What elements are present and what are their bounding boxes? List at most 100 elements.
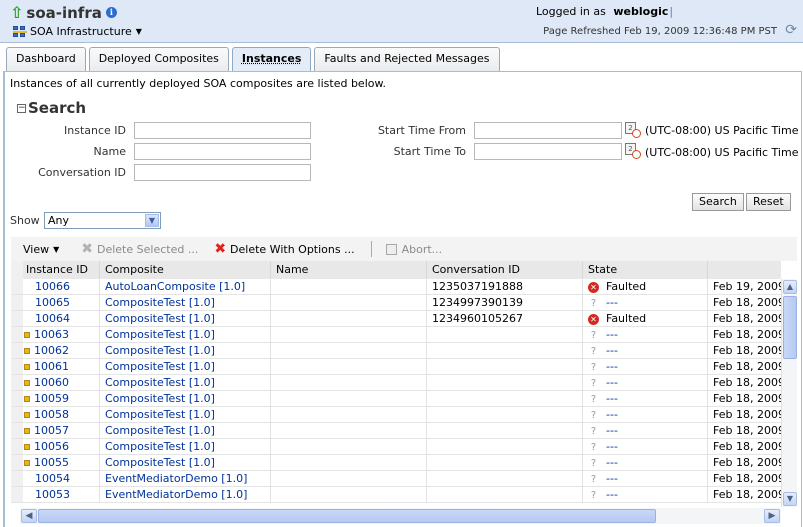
- instance-id-link[interactable]: 10053: [35, 488, 70, 501]
- instance-id-link[interactable]: 10065: [35, 296, 70, 309]
- search-button[interactable]: Search: [692, 193, 744, 211]
- instance-id-link[interactable]: 10056: [34, 440, 69, 453]
- composite-link[interactable]: EventMediatorDemo [1.0]: [105, 488, 247, 501]
- row-selector[interactable]: [11, 423, 23, 438]
- table-row[interactable]: 10061 CompositeTest [1.0]? --- Feb 18, 2009: [11, 359, 781, 375]
- start-time-from-input[interactable]: [474, 122, 622, 139]
- table-row[interactable]: 10055 CompositeTest [1.0]? --- Feb 18, 2009: [11, 455, 781, 471]
- scroll-left-button[interactable]: ◀: [21, 509, 37, 523]
- composite-link[interactable]: EventMediatorDemo [1.0]: [105, 472, 247, 485]
- horizontal-scrollbar[interactable]: ◀ ▶: [20, 508, 781, 524]
- composite-link[interactable]: CompositeTest [1.0]: [105, 456, 215, 469]
- instance-id-link[interactable]: 10063: [34, 328, 69, 341]
- table-row[interactable]: 10062 CompositeTest [1.0]? --- Feb 18, 2009: [11, 343, 781, 359]
- info-icon[interactable]: i: [105, 7, 117, 18]
- table-row[interactable]: 10060 CompositeTest [1.0]? --- Feb 18, 2009: [11, 375, 781, 391]
- abort-button[interactable]: Abort...: [385, 243, 442, 256]
- row-selector[interactable]: [11, 327, 23, 342]
- instance-id-link[interactable]: 10054: [35, 472, 70, 485]
- row-selector[interactable]: [11, 295, 23, 310]
- scroll-up-button[interactable]: ▲: [783, 280, 797, 294]
- row-selector[interactable]: [11, 487, 23, 502]
- dropdown-arrow-icon[interactable]: ▼: [145, 214, 159, 227]
- conversation-id-input[interactable]: [134, 164, 311, 181]
- instance-id-link[interactable]: 10055: [34, 456, 69, 469]
- table-row[interactable]: 10063 CompositeTest [1.0]? --- Feb 18, 2009: [11, 327, 781, 343]
- table-row[interactable]: 10053 EventMediatorDemo [1.0]? --- Feb 18, …: [11, 487, 781, 503]
- row-selector[interactable]: [11, 359, 23, 374]
- state-text[interactable]: ---: [606, 488, 618, 501]
- row-selector[interactable]: [11, 439, 23, 454]
- view-menu[interactable]: View ▼: [23, 243, 59, 256]
- tab-instances[interactable]: Instances: [231, 47, 312, 72]
- refresh-icon[interactable]: ⟳: [785, 22, 797, 38]
- instance-id-link[interactable]: 10059: [34, 392, 69, 405]
- composite-link[interactable]: CompositeTest [1.0]: [105, 344, 215, 357]
- column-header-instance-id[interactable]: Instance ID: [23, 261, 100, 279]
- state-text[interactable]: ---: [606, 360, 618, 373]
- tab-faults-and-rejected-messages[interactable]: Faults and Rejected Messages: [314, 47, 500, 71]
- vertical-scroll-thumb[interactable]: [783, 296, 797, 359]
- instance-id-link[interactable]: 10064: [35, 312, 70, 325]
- instance-id-link[interactable]: 10066: [35, 280, 70, 293]
- table-row[interactable]: 10056 CompositeTest [1.0]? --- Feb 18, 2009: [11, 439, 781, 455]
- delete-with-options-button[interactable]: ✖ Delete With Options ...: [214, 241, 354, 257]
- column-header-start-time[interactable]: [708, 261, 781, 279]
- table-row[interactable]: 10064 CompositeTest [1.0] 1234960105267 ✕ Fa…: [11, 311, 781, 327]
- composite-link[interactable]: CompositeTest [1.0]: [105, 408, 215, 421]
- instance-id-input[interactable]: [134, 122, 311, 139]
- date-picker-icon[interactable]: 2: [625, 122, 641, 138]
- table-row[interactable]: 10058 CompositeTest [1.0]? --- Feb 18, 2009: [11, 407, 781, 423]
- state-text[interactable]: ---: [606, 328, 618, 341]
- search-section-header[interactable]: − Search: [17, 99, 86, 117]
- instance-id-link[interactable]: 10062: [34, 344, 69, 357]
- composite-link[interactable]: CompositeTest [1.0]: [105, 312, 215, 325]
- instance-id-link[interactable]: 10060: [34, 376, 69, 389]
- username[interactable]: weblogic: [613, 5, 668, 18]
- scroll-down-button[interactable]: ▼: [783, 492, 797, 506]
- soa-infrastructure-menu[interactable]: SOA Infrastructure ▼: [13, 25, 142, 38]
- column-header-name[interactable]: Name: [271, 261, 427, 279]
- horizontal-scroll-thumb[interactable]: [38, 509, 656, 523]
- composite-link[interactable]: CompositeTest [1.0]: [105, 392, 215, 405]
- row-selector[interactable]: [11, 471, 23, 486]
- table-row[interactable]: 10065 CompositeTest [1.0] 1234997390139? --…: [11, 295, 781, 311]
- scroll-right-button[interactable]: ▶: [764, 509, 780, 523]
- state-text[interactable]: ---: [606, 376, 618, 389]
- composite-link[interactable]: AutoLoanComposite [1.0]: [105, 280, 245, 293]
- collapse-icon[interactable]: −: [17, 103, 26, 113]
- instance-id-link[interactable]: 10058: [34, 408, 69, 421]
- state-text[interactable]: ---: [606, 392, 618, 405]
- state-text[interactable]: ---: [606, 344, 618, 357]
- table-row[interactable]: 10057 CompositeTest [1.0]? --- Feb 18, 2009: [11, 423, 781, 439]
- row-selector[interactable]: [11, 375, 23, 390]
- column-header-composite[interactable]: Composite: [100, 261, 271, 279]
- row-selector[interactable]: [11, 407, 23, 422]
- column-header-state[interactable]: State: [583, 261, 708, 279]
- composite-link[interactable]: CompositeTest [1.0]: [105, 376, 215, 389]
- row-selector[interactable]: [11, 455, 23, 470]
- delete-selected-button[interactable]: ✖ Delete Selected ...: [81, 241, 198, 257]
- composite-link[interactable]: CompositeTest [1.0]: [105, 360, 215, 373]
- state-text[interactable]: ---: [606, 408, 618, 421]
- table-row[interactable]: 10054 EventMediatorDemo [1.0]? --- Feb 18, …: [11, 471, 781, 487]
- vertical-scrollbar[interactable]: ▲ ▼: [781, 279, 797, 507]
- table-row[interactable]: 10059 CompositeTest [1.0]? --- Feb 18, 2009: [11, 391, 781, 407]
- start-time-to-input[interactable]: [474, 143, 622, 160]
- state-text[interactable]: ---: [606, 440, 618, 453]
- composite-link[interactable]: CompositeTest [1.0]: [105, 328, 215, 341]
- composite-link[interactable]: CompositeTest [1.0]: [105, 424, 215, 437]
- table-row[interactable]: 10066 AutoLoanComposite [1.0] 123503719188…: [11, 279, 781, 295]
- name-input[interactable]: [134, 143, 311, 160]
- row-selector[interactable]: [11, 311, 23, 326]
- tab-dashboard[interactable]: Dashboard: [6, 47, 86, 71]
- row-selector[interactable]: [11, 343, 23, 358]
- instance-id-link[interactable]: 10061: [34, 360, 69, 373]
- reset-button[interactable]: Reset: [746, 193, 791, 211]
- state-text[interactable]: ---: [606, 296, 618, 309]
- state-text[interactable]: ---: [606, 456, 618, 469]
- state-text[interactable]: ---: [606, 424, 618, 437]
- composite-link[interactable]: CompositeTest [1.0]: [105, 296, 215, 309]
- column-header-conversation-id[interactable]: Conversation ID: [427, 261, 583, 279]
- tab-deployed-composites[interactable]: Deployed Composites: [88, 47, 229, 71]
